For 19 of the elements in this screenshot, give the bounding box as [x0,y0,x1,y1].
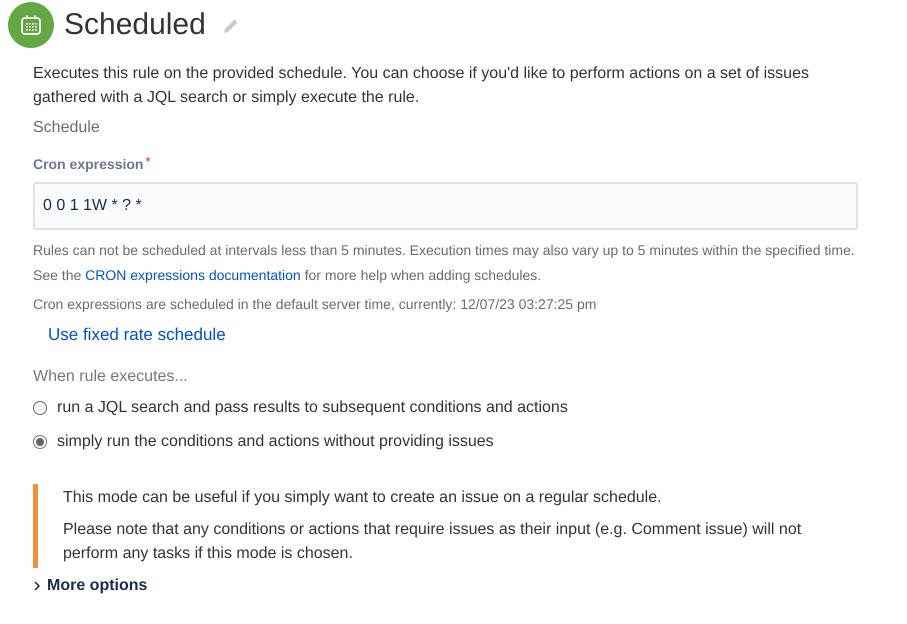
radio-label: run a JQL search and pass results to subsequent conditions and actions [57,398,568,418]
section-label: Schedule [33,118,100,138]
notice-text: This mode can be useful if you simply want to create an issue on a regular schedule. [63,488,663,508]
rule-title: Scheduled [64,7,206,43]
fixed-rate-link[interactable]: Use fixed rate schedule [48,322,226,348]
field-label: Cron expression [33,155,144,174]
notice-text: Please note that any conditions or actions that require issues as their input (e.g. Comment issue) will not perform any tasks if this mode is chosen. [63,520,802,564]
help-text: Rules can not be scheduled at intervals less than 5 minutes. Execution times may also vary up to 5 minutes within the specified time. See the CRON expressions documentation for more help when adding schedules. [33,241,856,285]
radio-button[interactable] [33,435,47,449]
more-options-toggle[interactable]: More options [33,574,148,598]
radio-button[interactable] [33,401,47,415]
server-time-text: Cron expressions are scheduled in the default server time, currently: 12/07/23 03:27:25 pm [33,295,598,314]
execution-label: When rule executes... [33,367,188,387]
radio-label: simply run the conditions and actions without providing issues [57,432,494,452]
required-mark: * [145,153,151,171]
description-text: Executes this rule on the provided schedule. You can choose if you'd like to perform actions on a set of issues gathered with a JQL search or simply execute the rule. [33,64,810,108]
documentation-link[interactable]: CRON expressions documentation [85,267,301,283]
cron-input[interactable]: 0 0 1 1W * ? * [33,182,858,230]
chevron-icon [33,581,41,591]
